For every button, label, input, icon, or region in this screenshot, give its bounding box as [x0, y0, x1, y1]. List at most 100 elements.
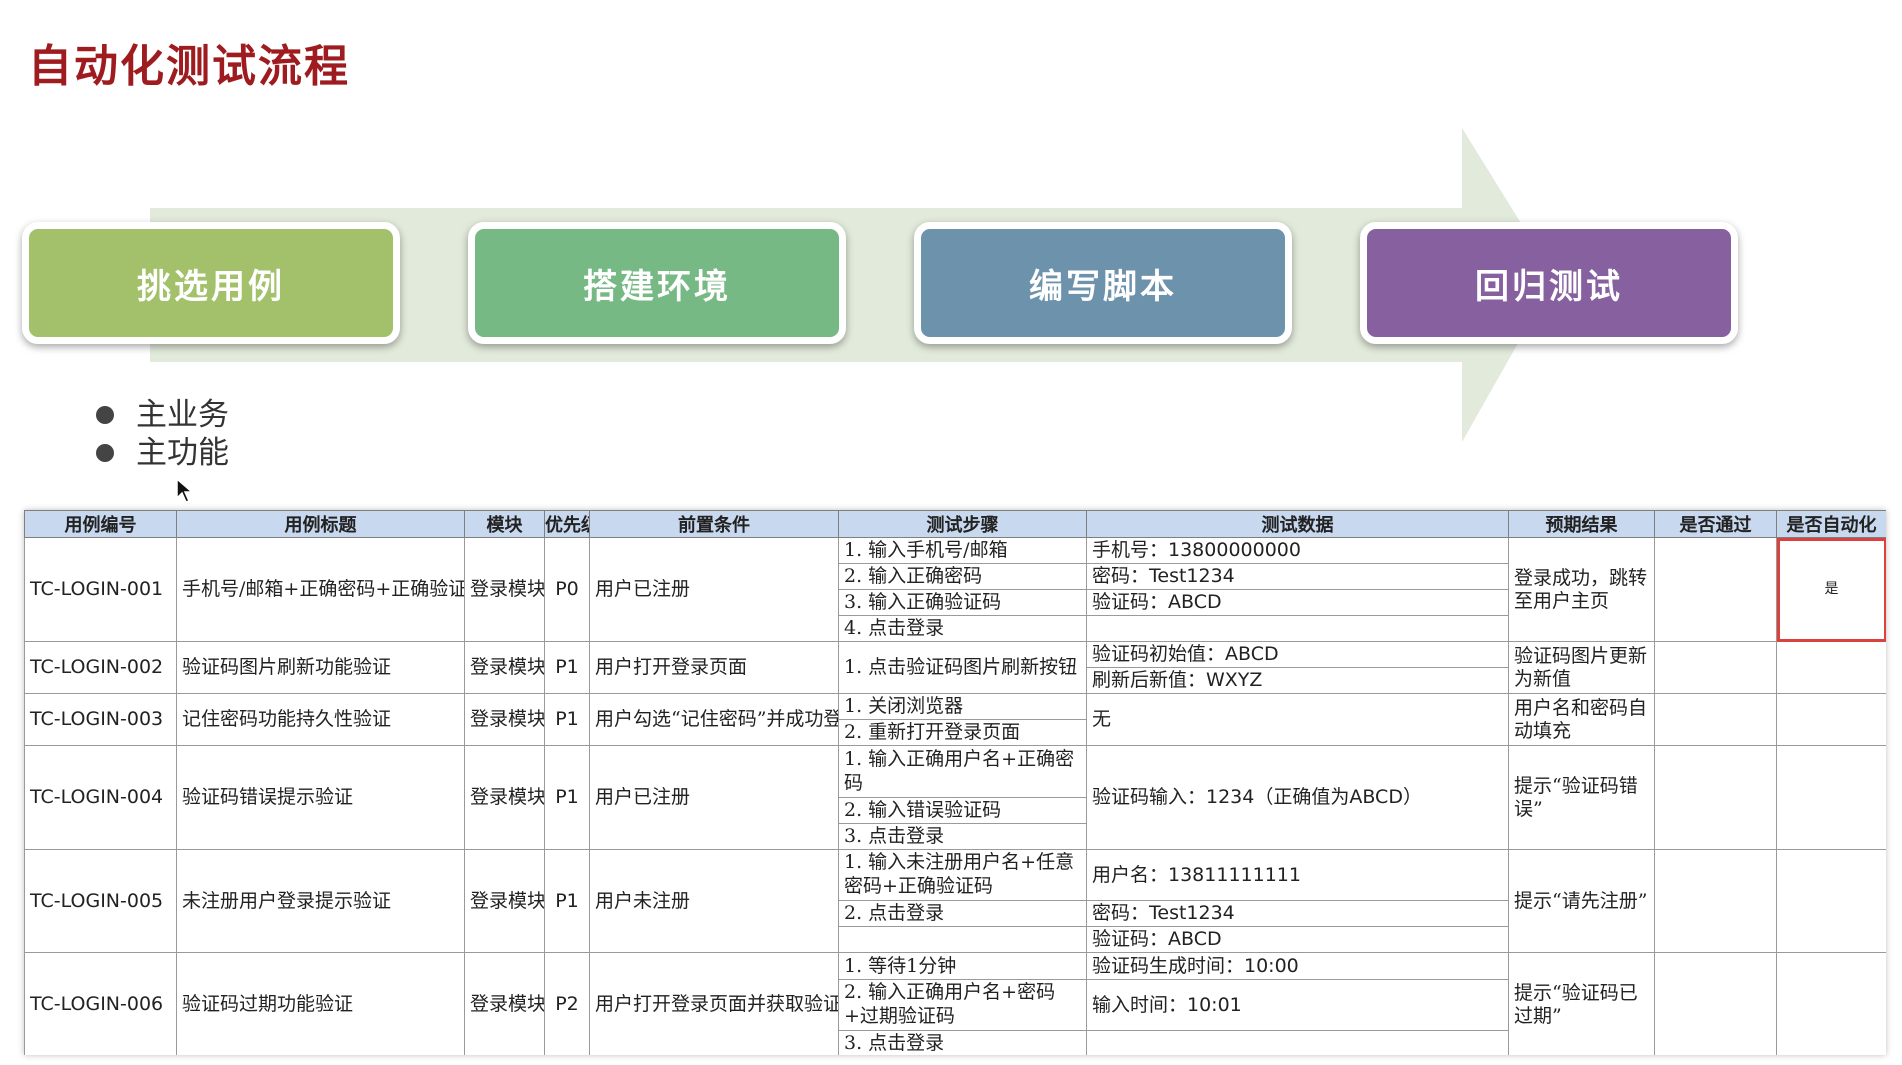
step-line: 2. 输入正确用户名+密码+过期验证码 [839, 980, 1086, 1031]
table-row[interactable]: TC-LOGIN-006 验证码过期功能验证 登录模块 P2 用户打开登录页面并… [24, 952, 1886, 1055]
table-row[interactable]: TC-LOGIN-005 未注册用户登录提示验证 登录模块 P1 用户未注册 1… [24, 849, 1886, 953]
cell-automated[interactable] [1776, 693, 1886, 746]
bullet-item: 主功能 [96, 434, 229, 472]
cell-case-title[interactable]: 验证码错误提示验证 [176, 745, 465, 850]
cell-module[interactable]: 登录模块 [464, 745, 545, 850]
cell-priority[interactable]: P1 [544, 693, 590, 746]
cell-case-id[interactable]: TC-LOGIN-002 [24, 641, 177, 694]
cell-passed[interactable] [1654, 745, 1777, 850]
step-line: 1. 输入正确用户名+正确密码 [839, 747, 1086, 798]
cell-automated[interactable]: 是 [1776, 537, 1886, 642]
header-priority: 优先级 [544, 510, 590, 538]
bullet-list: 主业务 主功能 [96, 396, 229, 472]
cell-automated[interactable] [1776, 641, 1886, 694]
step-write-script[interactable]: 编写脚本 [914, 222, 1292, 344]
step-line: 1. 关闭浏览器 [839, 695, 1086, 720]
cell-expected-result[interactable]: 提示“验证码错误” [1508, 745, 1655, 850]
cell-test-data[interactable]: 验证码初始值：ABCD 刷新后新值：WXYZ [1086, 641, 1509, 694]
step-setup-env[interactable]: 搭建环境 [468, 222, 846, 344]
cell-test-data[interactable]: 手机号：13800000000 密码：Test1234 验证码：ABCD [1086, 537, 1509, 642]
cell-test-data[interactable]: 无 [1086, 693, 1509, 746]
step-label: 搭建环境 [583, 266, 731, 307]
cell-case-title[interactable]: 记住密码功能持久性验证 [176, 693, 465, 746]
step-label: 挑选用例 [137, 266, 285, 307]
cell-case-title[interactable]: 验证码过期功能验证 [176, 952, 465, 1055]
step-line: 3. 点击登录 [844, 824, 945, 847]
cell-passed[interactable] [1654, 641, 1777, 694]
step-line: 1. 输入未注册用户名+任意密码+正确验证码 [839, 851, 1086, 901]
cell-priority[interactable]: P1 [544, 745, 590, 850]
step-line: 2. 输入正确密码 [839, 564, 1086, 590]
step-pick-cases[interactable]: 挑选用例 [22, 222, 400, 344]
cell-expected-result[interactable]: 登录成功，跳转至用户主页 [1508, 537, 1655, 642]
cell-precondition[interactable]: 用户未注册 [589, 849, 839, 953]
cell-case-title[interactable]: 验证码图片刷新功能验证 [176, 641, 465, 694]
table-row[interactable]: TC-LOGIN-004 验证码错误提示验证 登录模块 P1 用户已注册 1. … [24, 745, 1886, 850]
cell-test-steps[interactable]: 1. 输入正确用户名+正确密码 2. 输入错误验证码 3. 点击登录 [838, 745, 1087, 850]
cell-precondition[interactable]: 用户已注册 [589, 537, 839, 642]
cell-case-id[interactable]: TC-LOGIN-006 [24, 952, 177, 1055]
header-precondition: 前置条件 [589, 510, 839, 538]
cell-expected-result[interactable]: 提示“请先注册” [1508, 849, 1655, 953]
cell-module[interactable]: 登录模块 [464, 641, 545, 694]
cell-module[interactable]: 登录模块 [464, 952, 545, 1055]
cell-test-steps[interactable]: 1. 关闭浏览器 2. 重新打开登录页面 [838, 693, 1087, 746]
bullet-text: 主业务 [136, 397, 229, 433]
cell-test-steps[interactable]: 1. 输入手机号/邮箱 2. 输入正确密码 3. 输入正确验证码 4. 点击登录 [838, 537, 1087, 642]
cell-expected-result[interactable]: 用户名和密码自动填充 [1508, 693, 1655, 746]
cell-module[interactable]: 登录模块 [464, 537, 545, 642]
cell-module[interactable]: 登录模块 [464, 849, 545, 953]
table-header-row: 用例编号 用例标题 模块 优先级 前置条件 测试步骤 测试数据 预期结果 是否通… [24, 510, 1886, 538]
cell-test-data[interactable]: 验证码输入：1234（正确值为ABCD） [1086, 745, 1509, 850]
cell-priority[interactable]: P0 [544, 537, 590, 642]
cell-precondition[interactable]: 用户打开登录页面并获取验证码 [589, 952, 839, 1055]
table-row[interactable]: TC-LOGIN-001 手机号/邮箱+正确密码+正确验证码 登录模块 P0 用… [24, 537, 1886, 642]
cell-case-id[interactable]: TC-LOGIN-004 [24, 745, 177, 850]
cell-passed[interactable] [1654, 849, 1777, 953]
step-line: 3. 输入正确验证码 [839, 590, 1086, 616]
cell-passed[interactable] [1654, 952, 1777, 1055]
page-title: 自动化测试流程 [28, 41, 350, 92]
cell-case-id[interactable]: TC-LOGIN-001 [24, 537, 177, 642]
header-expected-result: 预期结果 [1508, 510, 1655, 538]
cell-precondition[interactable]: 用户已注册 [589, 745, 839, 850]
table-row[interactable]: TC-LOGIN-003 记住密码功能持久性验证 登录模块 P1 用户勾选“记住… [24, 693, 1886, 746]
cell-test-steps[interactable]: 1. 等待1分钟 2. 输入正确用户名+密码+过期验证码 3. 点击登录 [838, 952, 1087, 1055]
header-passed: 是否通过 [1654, 510, 1777, 538]
cell-precondition[interactable]: 用户打开登录页面 [589, 641, 839, 694]
cell-case-title[interactable]: 未注册用户登录提示验证 [176, 849, 465, 953]
step-label: 回归测试 [1475, 266, 1623, 307]
step-regression-test[interactable]: 回归测试 [1360, 222, 1738, 344]
cell-priority[interactable]: P1 [544, 849, 590, 953]
bullet-item: 主业务 [96, 396, 229, 434]
cell-case-title[interactable]: 手机号/邮箱+正确密码+正确验证码 [176, 537, 465, 642]
data-line: 输入时间：10:01 [1087, 980, 1508, 1031]
step-line: 2. 输入错误验证码 [839, 798, 1086, 824]
cell-test-data[interactable]: 验证码生成时间：10:00 输入时间：10:01 [1086, 952, 1509, 1055]
data-line: 刷新后新值：WXYZ [1092, 669, 1263, 691]
cell-test-steps[interactable]: 1. 点击验证码图片刷新按钮 [838, 641, 1087, 694]
cell-automated[interactable] [1776, 849, 1886, 953]
cell-priority[interactable]: P1 [544, 641, 590, 694]
table-row[interactable]: TC-LOGIN-002 验证码图片刷新功能验证 登录模块 P1 用户打开登录页… [24, 641, 1886, 694]
data-line: 验证码：ABCD [1092, 928, 1222, 950]
cell-test-data[interactable]: 用户名：13811111111 密码：Test1234 验证码：ABCD [1086, 849, 1509, 953]
cell-expected-result[interactable]: 提示“验证码已过期” [1508, 952, 1655, 1055]
cell-expected-result[interactable]: 验证码图片更新为新值 [1508, 641, 1655, 694]
cell-test-steps[interactable]: 1. 输入未注册用户名+任意密码+正确验证码 2. 点击登录 [838, 849, 1087, 953]
cell-passed[interactable] [1654, 537, 1777, 642]
bullet-text: 主功能 [136, 435, 229, 471]
cell-automated[interactable] [1776, 745, 1886, 850]
cell-priority[interactable]: P2 [544, 952, 590, 1055]
cell-automated[interactable] [1776, 952, 1886, 1055]
header-test-steps: 测试步骤 [838, 510, 1087, 538]
data-line: 验证码生成时间：10:00 [1087, 954, 1508, 980]
mouse-cursor-icon [176, 478, 194, 503]
header-case-id: 用例编号 [24, 510, 177, 538]
header-module: 模块 [464, 510, 545, 538]
cell-module[interactable]: 登录模块 [464, 693, 545, 746]
cell-passed[interactable] [1654, 693, 1777, 746]
cell-case-id[interactable]: TC-LOGIN-005 [24, 849, 177, 953]
cell-case-id[interactable]: TC-LOGIN-003 [24, 693, 177, 746]
cell-precondition[interactable]: 用户勾选“记住密码”并成功登录 [589, 693, 839, 746]
